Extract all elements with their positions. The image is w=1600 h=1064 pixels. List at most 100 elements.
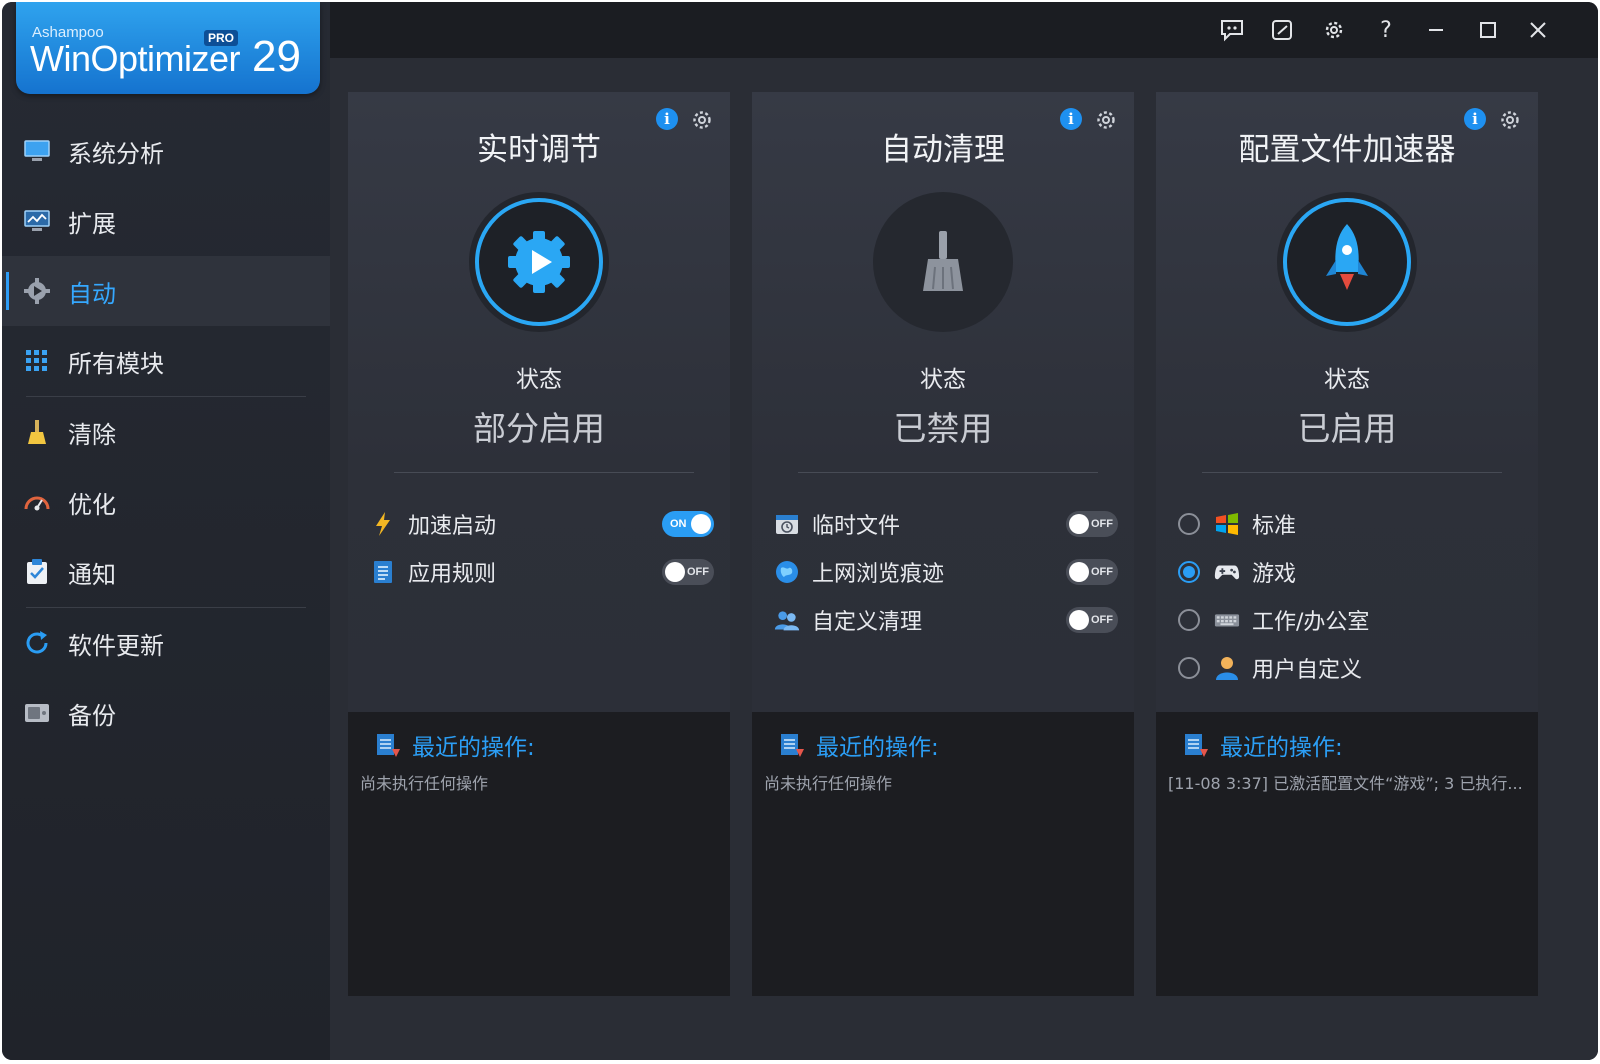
broom-icon [22, 417, 52, 447]
recent-log-icon [377, 734, 400, 757]
sidebar-item-backup[interactable]: 备份 [2, 678, 330, 748]
radio-gaming[interactable] [1178, 561, 1200, 583]
toggle-switch[interactable]: ON [662, 511, 714, 537]
sidebar-item-label: 优化 [68, 490, 116, 519]
sidebar-item-software-update[interactable]: 软件更新 [2, 608, 330, 678]
status-label: 状态 [920, 367, 966, 393]
option-label: 游戏 [1252, 562, 1297, 587]
option-label: 自定义清理 [812, 610, 923, 635]
users-icon [774, 607, 800, 633]
card-title: 实时调节 [477, 132, 601, 168]
toggle-switch[interactable]: OFF [662, 559, 714, 585]
hero-badge[interactable] [1277, 192, 1417, 332]
broom-icon [923, 231, 963, 291]
sidebar-item-label: 通知 [68, 560, 116, 589]
recent-actions-text: [11-08 3:37] 已激活配置文件“游戏”; 3 已执行... [1168, 774, 1523, 793]
hero-badge[interactable] [469, 192, 609, 332]
sidebar-item-notifications[interactable]: 通知 [2, 537, 330, 607]
status-label: 状态 [1324, 367, 1370, 393]
recent-actions-title: 最近的操作: [412, 735, 535, 761]
recent-log-icon [781, 734, 804, 757]
recent-actions-text: 尚未执行任何操作 [764, 774, 893, 793]
edit-icon[interactable] [1266, 14, 1298, 46]
user-icon [1214, 655, 1240, 681]
gear-play-icon [508, 231, 570, 293]
close-icon[interactable] [1522, 14, 1554, 46]
logo-product: WinOptimizer [30, 38, 241, 79]
main-content: i 实时调节 状态 部分启用 加速启动 ON 应用规则 OFF 最近的操作: 尚… [330, 58, 1598, 1060]
card-title: 自动清理 [881, 132, 1005, 168]
clipboard-check-icon [22, 557, 52, 587]
sidebar-item-optimize[interactable]: 优化 [2, 467, 330, 537]
option-list: 标准 游戏 工作/办公室 用户自定义 [1178, 500, 1522, 692]
title-bar: ? [330, 2, 1598, 58]
list-item: 临时文件 OFF [774, 500, 1118, 548]
card-auto-clean: i 自动清理 状态 已禁用 临时文件 OFF 上网浏览痕迹 OFF 自定义清理 … [752, 92, 1134, 996]
status-value: 部分启用 [473, 409, 605, 448]
windows-icon [1214, 511, 1240, 537]
drive-icon [22, 698, 52, 728]
card-title: 配置文件加速器 [1238, 132, 1456, 168]
radio-user-defined[interactable] [1178, 657, 1200, 679]
option-label: 用户自定义 [1252, 658, 1363, 683]
clock-calendar-icon [774, 511, 800, 537]
card-divider [1202, 472, 1502, 473]
card-divider [394, 472, 694, 473]
grid-icon [22, 346, 52, 376]
monitor-icon [22, 136, 52, 166]
list-item: 应用规则 OFF [370, 548, 714, 596]
option-label: 加速启动 [408, 514, 497, 539]
app-logo: Ashampoo PRO WinOptimizer 29 [16, 2, 320, 94]
logo-version: 29 [252, 32, 301, 81]
status-value: 已启用 [1297, 409, 1397, 448]
recent-actions-panel: 最近的操作: [11-08 3:37] 已激活配置文件“游戏”; 3 已执行..… [1156, 712, 1538, 996]
feedback-icon[interactable] [1216, 14, 1248, 46]
recent-actions-text: 尚未执行任何操作 [360, 774, 489, 793]
sidebar-item-system-analysis[interactable]: 系统分析 [2, 116, 330, 186]
help-icon[interactable]: ? [1370, 14, 1402, 46]
toggle-switch[interactable]: OFF [1066, 511, 1118, 537]
list-item[interactable]: 游戏 [1178, 548, 1522, 596]
list-item: 上网浏览痕迹 OFF [774, 548, 1118, 596]
lightning-icon [370, 511, 396, 537]
app-window: Ashampoo PRO WinOptimizer 29 系统分析 扩展 自动 … [2, 2, 1598, 1060]
recent-actions-title: 最近的操作: [816, 735, 939, 761]
option-list: 加速启动 ON 应用规则 OFF [370, 500, 714, 596]
option-label: 工作/办公室 [1252, 610, 1370, 635]
sidebar-item-auto[interactable]: 自动 [2, 256, 330, 326]
recent-log-icon [1185, 734, 1208, 757]
sidebar-item-clean[interactable]: 清除 [2, 397, 330, 467]
sidebar-item-label: 备份 [68, 701, 116, 730]
settings-icon[interactable] [1318, 14, 1350, 46]
option-label: 临时文件 [812, 514, 901, 539]
list-item[interactable]: 标准 [1178, 500, 1522, 548]
list-item[interactable]: 用户自定义 [1178, 644, 1522, 692]
recent-actions-title: 最近的操作: [1220, 735, 1343, 761]
card-divider [798, 472, 1098, 473]
sidebar-item-extensions[interactable]: 扩展 [2, 186, 330, 256]
chart-monitor-icon [22, 206, 52, 236]
option-label: 上网浏览痕迹 [812, 562, 945, 587]
list-item: 加速启动 ON [370, 500, 714, 548]
sidebar-item-label: 自动 [68, 279, 116, 308]
sidebar-item-all-modules[interactable]: 所有模块 [2, 326, 330, 396]
keyboard-icon [1214, 607, 1240, 633]
radio-work-office[interactable] [1178, 609, 1200, 631]
card-profile-accelerator: i 配置文件加速器 状态 已启用 标准 游戏 工作/办公室 用户自定义 最近的操… [1156, 92, 1538, 996]
globe-icon [774, 559, 800, 585]
sidebar-item-label: 扩展 [68, 209, 116, 238]
gear-play-icon [22, 276, 52, 306]
sidebar: Ashampoo PRO WinOptimizer 29 系统分析 扩展 自动 … [2, 2, 330, 1060]
list-item[interactable]: 工作/办公室 [1178, 596, 1522, 644]
recent-actions-panel: 最近的操作: 尚未执行任何操作 [752, 712, 1134, 996]
refresh-icon [22, 628, 52, 658]
toggle-switch[interactable]: OFF [1066, 607, 1118, 633]
radio-standard[interactable] [1178, 513, 1200, 535]
sidebar-item-label: 系统分析 [68, 139, 164, 168]
toggle-switch[interactable]: OFF [1066, 559, 1118, 585]
maximize-icon[interactable] [1472, 14, 1504, 46]
hero-badge[interactable] [873, 192, 1013, 332]
card-live-tuner: i 实时调节 状态 部分启用 加速启动 ON 应用规则 OFF 最近的操作: 尚… [348, 92, 730, 996]
status-value: 已禁用 [893, 409, 993, 448]
minimize-icon[interactable] [1420, 14, 1452, 46]
